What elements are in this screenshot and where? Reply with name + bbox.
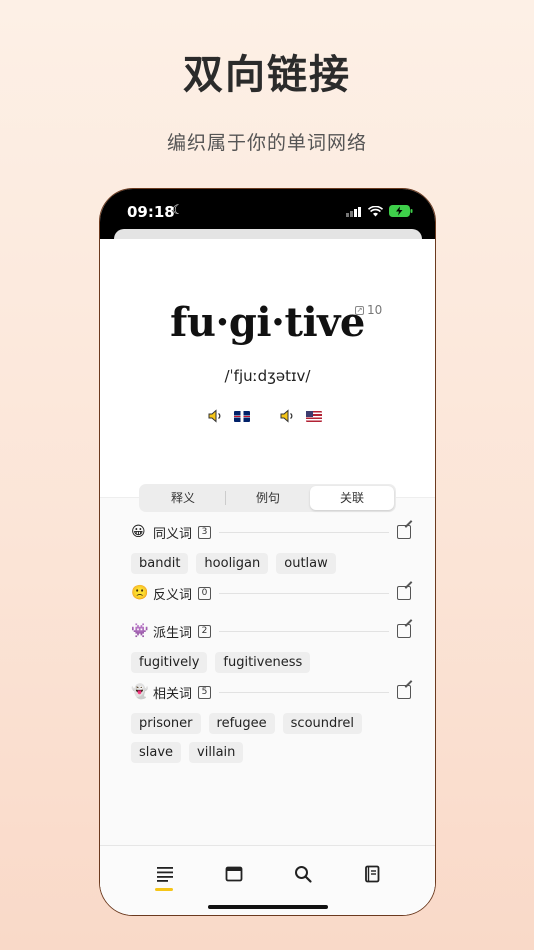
- relation-header: 👻 相关词 5: [131, 681, 411, 703]
- word-chip[interactable]: fugitiveness: [215, 652, 311, 673]
- relation-header: 😀 同义词 3: [131, 521, 411, 543]
- lookup-count[interactable]: ↗ 10: [355, 303, 382, 317]
- relation-count: 2: [198, 624, 212, 638]
- phone-frame: 09:18 ☾ fu·gi·tive ↗ 10 /ˈfjuːdʒətɪv/ 释义…: [99, 188, 436, 916]
- relation-group-antonyms: 🙁 反义词 0: [131, 582, 411, 604]
- word-chip[interactable]: hooligan: [196, 553, 269, 574]
- promo-subline: 编织属于你的单词网络: [166, 132, 367, 154]
- relation-group-synonyms: 😀 同义词 3 bandit hooligan outlaw: [131, 521, 411, 574]
- relation-count: 0: [198, 586, 212, 600]
- word-chip[interactable]: refugee: [208, 713, 275, 734]
- ghost-icon: 👻: [131, 684, 149, 700]
- relation-header: 👾 派生词 2: [131, 620, 411, 642]
- relation-count: 3: [198, 525, 212, 539]
- lookup-count-value: 10: [367, 303, 383, 317]
- tab-examples[interactable]: 例句: [226, 486, 310, 510]
- speaker-icon: [280, 409, 293, 423]
- word-chip[interactable]: slave: [131, 742, 182, 763]
- status-icons: [346, 205, 413, 217]
- alien-monster-icon: 👾: [131, 623, 149, 639]
- book-icon[interactable]: [362, 864, 382, 884]
- relation-label: 同义词: [153, 526, 193, 542]
- word-chip[interactable]: villain: [189, 742, 244, 763]
- edit-icon[interactable]: [397, 586, 411, 600]
- phonetic: /ˈfjuːdʒətɪv/: [224, 367, 311, 385]
- headword: fu·gi·tive: [170, 299, 365, 346]
- home-indicator: [208, 905, 328, 909]
- chips: fugitively fugitiveness: [131, 652, 411, 673]
- word-chip[interactable]: bandit: [131, 553, 189, 574]
- promo-headline: 双向链接: [183, 52, 351, 98]
- relation-count: 5: [198, 685, 212, 699]
- window-icon[interactable]: [224, 864, 244, 884]
- divider: [219, 592, 389, 594]
- search-icon[interactable]: [293, 864, 313, 884]
- speaker-icon: [208, 409, 221, 423]
- word-chip[interactable]: scoundrel: [282, 713, 362, 734]
- battery-icon: [389, 205, 413, 217]
- signal-icon: [346, 206, 361, 217]
- active-tab-indicator: [155, 888, 173, 891]
- tab-relations[interactable]: 关联: [310, 486, 394, 510]
- relation-header: 🙁 反义词 0: [131, 582, 411, 604]
- relation-label: 派生词: [153, 625, 193, 641]
- edit-icon[interactable]: [397, 624, 411, 638]
- relations-list: 😀 同义词 3 bandit hooligan outlaw 🙁 反义词 0 👾…: [131, 521, 411, 771]
- word-chip[interactable]: prisoner: [131, 713, 201, 734]
- chips: prisoner refugee scoundrel slave villain: [131, 713, 411, 763]
- uk-flag-icon: [234, 410, 250, 422]
- relation-label: 相关词: [153, 686, 193, 702]
- edit-icon[interactable]: [397, 685, 411, 699]
- segmented-control: 释义 例句 关联: [139, 484, 396, 512]
- chips: bandit hooligan outlaw: [131, 553, 411, 574]
- divider: [219, 630, 389, 632]
- divider: [219, 531, 389, 533]
- tab-bar: [100, 845, 435, 915]
- tab-definition[interactable]: 释义: [141, 486, 225, 510]
- us-flag-icon: [306, 410, 322, 422]
- divider: [219, 691, 389, 693]
- word-chip[interactable]: outlaw: [276, 553, 336, 574]
- moon-icon: ☾: [172, 203, 184, 218]
- wifi-icon: [368, 205, 383, 216]
- relation-group-related: 👻 相关词 5 prisoner refugee scoundrel slave…: [131, 681, 411, 763]
- edit-icon[interactable]: [397, 525, 411, 539]
- relation-label: 反义词: [153, 587, 193, 603]
- relation-group-derivatives: 👾 派生词 2 fugitively fugitiveness: [131, 620, 411, 673]
- audio-us[interactable]: [280, 409, 322, 423]
- link-out-icon: ↗: [355, 305, 364, 315]
- grinning-face-icon: 😀: [131, 524, 146, 540]
- word-chip[interactable]: fugitively: [131, 652, 208, 673]
- list-icon[interactable]: [155, 864, 175, 884]
- word-sheet: fu·gi·tive ↗ 10 /ˈfjuːdʒətɪv/ 释义 例句 关联 😀…: [100, 239, 435, 915]
- frowning-face-icon: 🙁: [131, 585, 149, 601]
- audio-uk[interactable]: [208, 409, 250, 423]
- status-time: 09:18: [127, 203, 175, 221]
